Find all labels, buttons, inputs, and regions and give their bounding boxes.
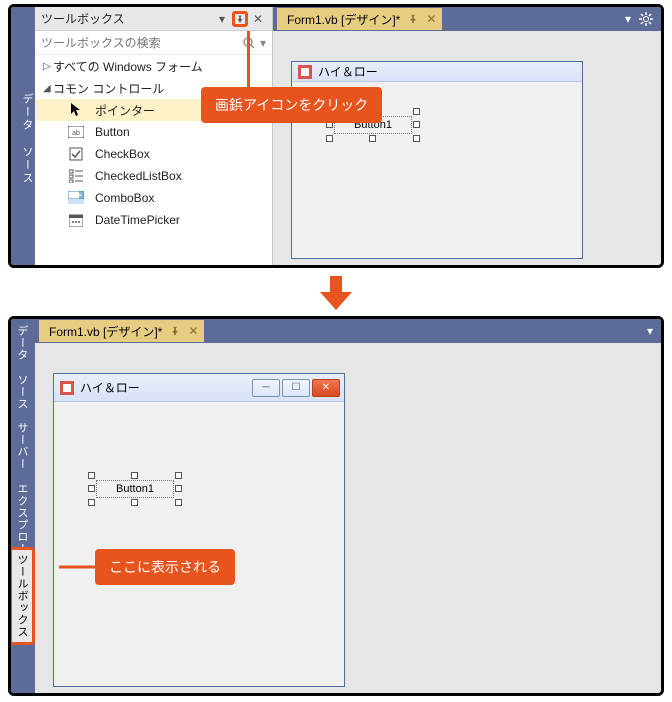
button-icon: ab — [67, 124, 85, 140]
tab-pin-icon[interactable] — [170, 326, 180, 336]
resize-handle[interactable] — [413, 121, 420, 128]
resize-handle[interactable] — [175, 499, 182, 506]
pointer-icon — [67, 102, 85, 118]
resize-handle[interactable] — [88, 485, 95, 492]
tab-close-icon[interactable]: ✕ — [426, 12, 436, 26]
sidebar-tab-datasource[interactable]: データ ソース — [11, 7, 35, 265]
tab-dropdown-icon[interactable]: ▾ — [625, 12, 631, 26]
callout-collapsed-tab: ここに表示される — [95, 549, 235, 585]
close-icon[interactable]: ✕ — [250, 11, 266, 27]
resize-handle[interactable] — [326, 135, 333, 142]
search-input[interactable] — [41, 36, 240, 50]
resize-handle[interactable] — [131, 472, 138, 479]
close-button[interactable]: ✕ — [312, 379, 340, 397]
toolbox-title: ツールボックス — [41, 10, 214, 27]
toolbox-header: ツールボックス ▾ ✕ — [35, 7, 272, 31]
combobox-icon — [67, 190, 85, 206]
designer-area: Form1.vb [デザイン]* ✕ ▾ ハイ＆ — [273, 7, 661, 265]
checkbox-icon — [67, 146, 85, 162]
form-window: ハイ＆ロー ─ ☐ ✕ — [53, 373, 345, 687]
datetimepicker-icon — [67, 212, 85, 228]
dropdown-icon[interactable]: ▾ — [214, 11, 230, 27]
designer-button-widget[interactable]: Button1 — [88, 472, 182, 506]
tab-close-icon[interactable]: ✕ — [188, 324, 198, 338]
resize-handle[interactable] — [413, 135, 420, 142]
toolbox-item-combobox[interactable]: ComboBox — [35, 187, 272, 209]
form-titlebar[interactable]: ハイ＆ロー ─ ☐ ✕ — [54, 374, 344, 402]
pin-icon[interactable] — [232, 11, 248, 27]
toolbox-item-checkbox[interactable]: CheckBox — [35, 143, 272, 165]
toolbox-search[interactable]: ▾ — [35, 31, 272, 55]
collapsed-sidebar: データ ソース サーバー エクスプローラー ツールボックス — [11, 319, 35, 693]
document-tab-row: Form1.vb [デザイン]* ✕ ▾ — [273, 7, 661, 31]
document-tab[interactable]: Form1.vb [デザイン]* ✕ — [277, 8, 442, 30]
form-app-icon — [60, 381, 74, 395]
gear-icon[interactable] — [639, 12, 653, 26]
toolbox-item-datetimepicker[interactable]: DateTimePicker — [35, 209, 272, 231]
category-all-forms[interactable]: ▷すべての Windows フォーム — [35, 55, 272, 77]
tab-pin-icon[interactable] — [408, 14, 418, 24]
resize-handle[interactable] — [131, 499, 138, 506]
toolbox-panel: ツールボックス ▾ ✕ ▾ ▷すべての Windows フォーム ◢コモン — [35, 7, 273, 265]
minimize-button[interactable]: ─ — [252, 379, 280, 397]
callout-pin: 画鋲アイコンをクリック — [201, 87, 382, 123]
toolbox-item-button[interactable]: ab Button — [35, 121, 272, 143]
resize-handle[interactable] — [88, 499, 95, 506]
toolbox-item-checkedlistbox[interactable]: CheckedListBox — [35, 165, 272, 187]
resize-handle[interactable] — [369, 135, 376, 142]
form-titlebar[interactable]: ハイ＆ロー — [292, 62, 582, 82]
resize-handle[interactable] — [175, 472, 182, 479]
document-tab-row: Form1.vb [デザイン]* ✕ ▾ — [35, 319, 661, 343]
form-app-icon — [298, 65, 312, 79]
tab-dropdown-icon[interactable]: ▾ — [647, 324, 653, 338]
document-tab[interactable]: Form1.vb [デザイン]* ✕ — [39, 320, 204, 342]
checkedlistbox-icon — [67, 168, 85, 184]
maximize-button[interactable]: ☐ — [282, 379, 310, 397]
sidebar-tab-toolbox[interactable]: ツールボックス — [9, 547, 35, 645]
designer-area: Form1.vb [デザイン]* ✕ ▾ ハイ＆ロー ─ ☐ — [35, 319, 661, 693]
resize-handle[interactable] — [175, 485, 182, 492]
sidebar-tab-datasource[interactable]: データ ソース — [11, 319, 33, 416]
resize-handle[interactable] — [413, 108, 420, 115]
svg-text:ab: ab — [72, 130, 80, 137]
big-arrow-icon — [316, 272, 356, 312]
resize-handle[interactable] — [88, 472, 95, 479]
